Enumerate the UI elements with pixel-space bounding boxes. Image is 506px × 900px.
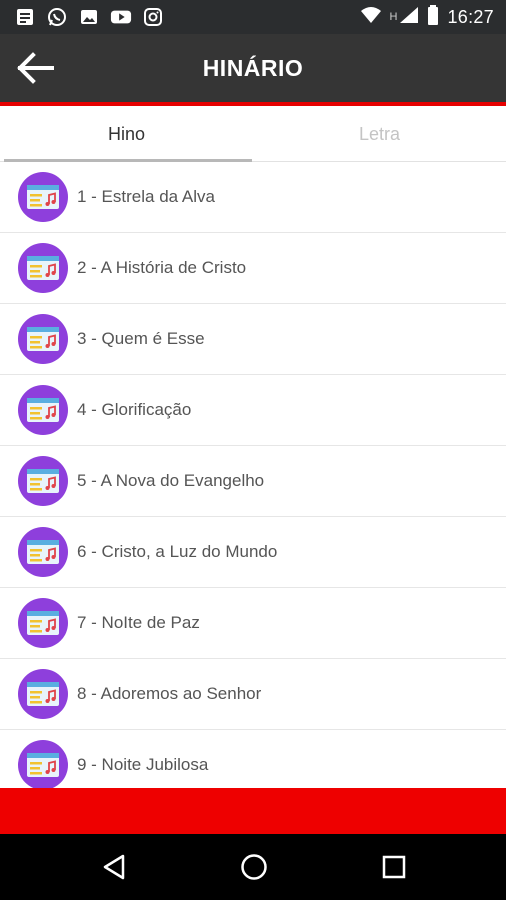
nav-back-button[interactable] [94,847,134,887]
back-button[interactable] [14,50,58,86]
status-bar: H 16:27 [0,0,506,34]
signal-icon [399,6,419,29]
notes-icon [14,6,36,28]
battery-icon [427,4,439,30]
hymn-title: 6 - Cristo, a Luz do Mundo [77,542,278,561]
hymn-title: 4 - Glorificação [77,400,192,419]
list-item[interactable]: 5 - A Nova do Evangelho [0,446,506,517]
hymn-title: 2 - A História de Cristo [77,258,247,277]
list-item[interactable]: 1 - Estrela da Alva [0,162,506,233]
arrow-left-icon [17,52,54,84]
tab-letra[interactable]: Letra [253,106,506,162]
hymn-title: 1 - Estrela da Alva [77,187,215,206]
hymn-title: 3 - Quem é Esse [77,329,205,348]
hymn-list: 1 - Estrela da Alva 2 - A História de Cr… [0,162,506,788]
bottom-banner [0,788,506,834]
youtube-icon [110,6,132,28]
square-recents-icon [382,855,406,879]
list-item[interactable]: 3 - Quem é Esse [0,304,506,375]
hymn-title: 9 - Noite Jubilosa [77,755,209,774]
hymn-music-icon [18,243,68,293]
hymn-music-icon [18,740,68,788]
whatsapp-icon [46,6,68,28]
notification-icons [0,6,164,28]
wifi-icon [360,6,382,29]
hymn-music-icon [18,598,68,648]
hymn-title: 8 - Adoremos ao Senhor [77,684,262,703]
hymn-music-icon [18,314,68,364]
nav-home-button[interactable] [234,847,274,887]
list-item[interactable]: 6 - Cristo, a Luz do Mundo [0,517,506,588]
list-item[interactable]: 2 - A História de Cristo [0,233,506,304]
app-bar: HINÁRIO [0,34,506,102]
hymn-music-icon [18,172,68,222]
list-item[interactable]: 4 - Glorificação [0,375,506,446]
system-nav-bar [0,834,506,900]
hymn-music-icon [18,527,68,577]
hymn-music-icon [18,669,68,719]
tab-bar: Hino Letra [0,106,506,162]
hymn-title: 5 - A Nova do Evangelho [77,471,265,490]
tab-hino[interactable]: Hino [0,106,253,162]
list-item[interactable]: 7 - NoIte de Paz [0,588,506,659]
clock: 16:27 [447,6,494,27]
instagram-icon [142,6,164,28]
image-icon [78,6,100,28]
triangle-back-icon [103,854,125,880]
hymn-title: 7 - NoIte de Paz [77,613,200,632]
nav-recents-button[interactable] [374,847,414,887]
hymn-music-icon [18,456,68,506]
list-item[interactable]: 9 - Noite Jubilosa [0,730,506,788]
page-title: HINÁRIO [202,54,304,81]
network-type-label: H [389,11,398,23]
circle-home-icon [241,854,267,880]
system-status: H 16:27 [360,4,506,30]
hymn-music-icon [18,385,68,435]
list-item[interactable]: 8 - Adoremos ao Senhor [0,659,506,730]
